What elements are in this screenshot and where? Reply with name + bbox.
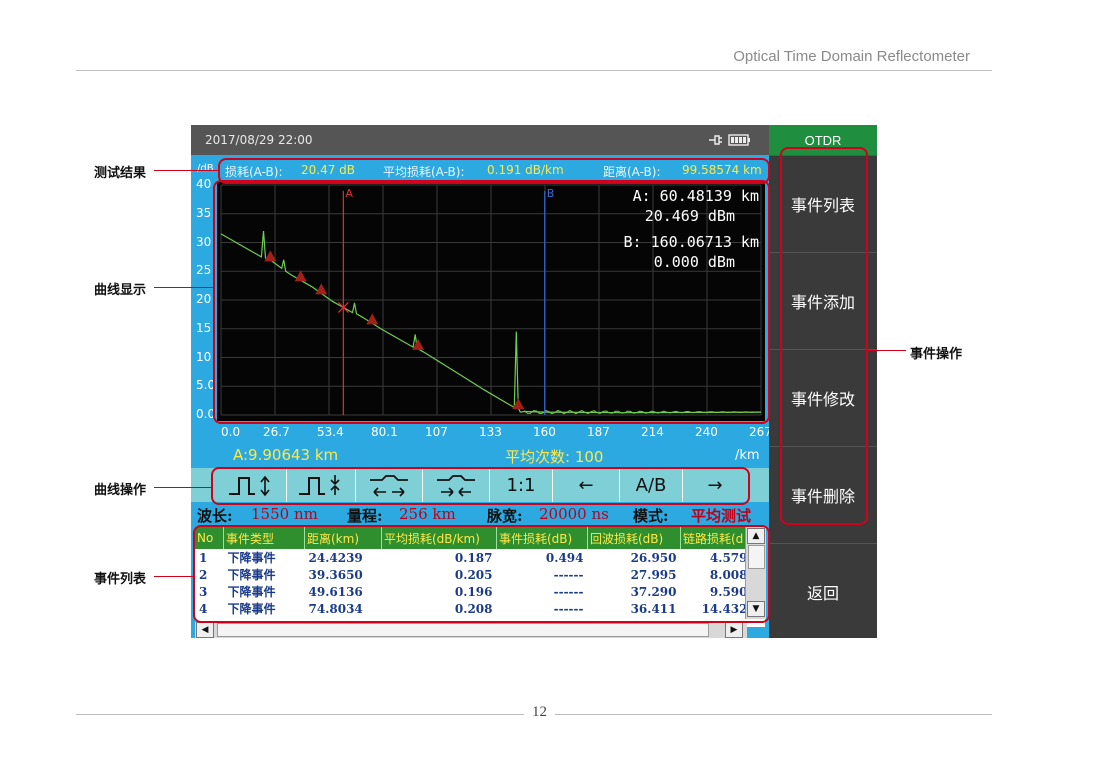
callout-curve-ops-line: [154, 487, 211, 488]
callout-event-list-line: [154, 576, 193, 577]
test-parameters: 波长: 1550 nm 量程: 256 km 脉宽: 20000 ns 模式: …: [191, 503, 769, 525]
document-title: Optical Time Domain Reflectometer: [733, 48, 970, 65]
x-tick-label: 267: [749, 425, 769, 439]
callout-curve-display-line: [154, 287, 213, 288]
x-tick-label: 187: [587, 425, 610, 439]
x-tick-label: 214: [641, 425, 664, 439]
header-rule: [76, 70, 992, 71]
callout-event-list: 事件列表: [94, 572, 147, 587]
y-unit-label: /dB: [197, 163, 214, 174]
page-number: 12: [524, 704, 555, 721]
range-label: 量程:: [347, 507, 383, 525]
callout-curve-display: 曲线显示: [94, 283, 147, 298]
wavelength-value: 1550 nm: [251, 505, 318, 523]
plug-icon: [709, 135, 722, 145]
toolbar-highlight: [211, 467, 750, 505]
range-value: 256 km: [399, 505, 456, 523]
scroll-left-button[interactable]: ◀: [196, 622, 214, 638]
scroll-right-button[interactable]: ▶: [725, 622, 743, 638]
x-tick-label: 160: [533, 425, 556, 439]
callout-results: 测试结果: [94, 166, 147, 181]
x-tick-label: 80.1: [371, 425, 398, 439]
x-tick-label: 133: [479, 425, 502, 439]
curve-highlight: [213, 180, 770, 424]
back-button[interactable]: 返回: [769, 543, 877, 639]
pulse-width-value: 20000 ns: [539, 505, 609, 523]
cursor-a-position: A:9.90643 km: [233, 446, 339, 464]
back-label: 返回: [806, 583, 839, 603]
callout-results-line: [154, 170, 218, 171]
x-tick-label: 240: [695, 425, 718, 439]
mode-value: 平均测试: [691, 507, 752, 525]
plug-battery-icons: [709, 134, 750, 146]
pulse-width-label: 脉宽:: [487, 507, 523, 525]
battery-icon: [728, 134, 750, 146]
wavelength-label: 波长:: [197, 507, 233, 525]
average-count: 平均次数: 100: [505, 448, 604, 466]
callout-event-ops-line: [866, 350, 906, 351]
horizontal-scroll-thumb[interactable]: [217, 623, 709, 637]
callout-curve-ops: 曲线操作: [94, 483, 147, 498]
datetime: 2017/08/29 22:00: [205, 133, 313, 147]
x-unit-label: /km: [735, 448, 760, 463]
mode-label: 模式:: [633, 507, 669, 525]
status-bar: 2017/08/29 22:00: [191, 125, 769, 155]
x-tick-label: 53.4: [317, 425, 344, 439]
side-buttons-highlight: [780, 147, 868, 525]
x-tick-label: 107: [425, 425, 448, 439]
curve-info-bar: A:9.90643 km 平均次数: 100 /km: [191, 445, 769, 467]
table-horizontal-scrollbar[interactable]: ◀ ▶: [195, 621, 747, 638]
x-tick-label: 26.7: [263, 425, 290, 439]
table-highlight: [193, 525, 770, 623]
x-tick-label: 0.0: [221, 425, 241, 439]
callout-event-ops: 事件操作: [910, 347, 963, 362]
